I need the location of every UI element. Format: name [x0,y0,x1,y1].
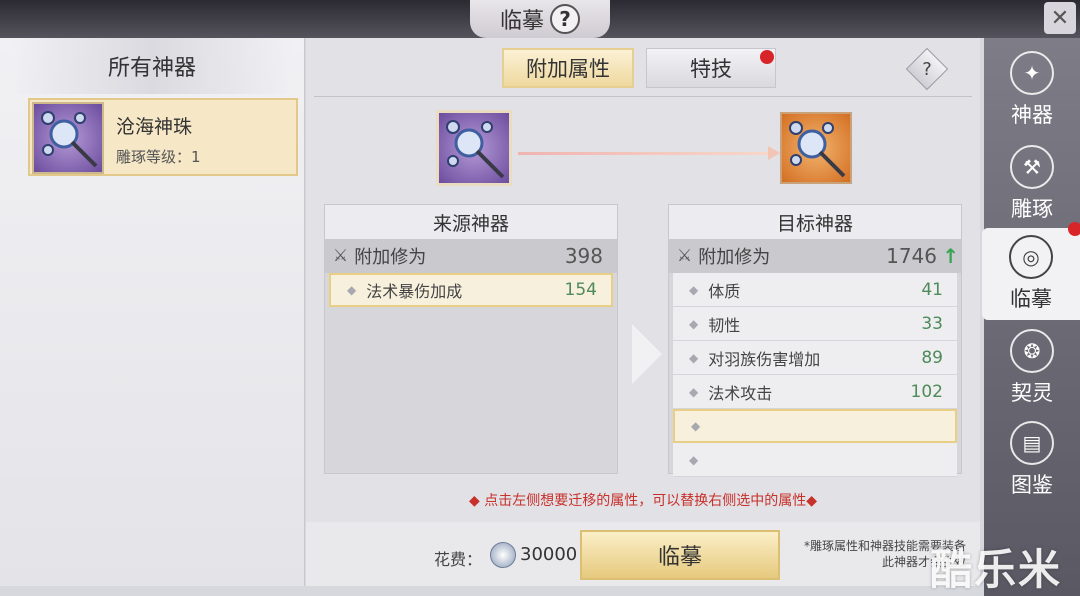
target-attr-label: 体质 [708,281,741,301]
close-icon[interactable]: ✕ [1044,2,1076,34]
carving-tool-icon: ⚒ [1010,145,1054,189]
artifact-list-item[interactable]: 沧海神珠 雕琢等级：1 [28,98,298,176]
help-icon[interactable]: ? [550,4,580,34]
up-arrow-icon: ↑ [942,244,959,268]
target-head-value: 1746 [886,244,937,268]
source-head-row: ⚔ 附加修为 398 [325,239,617,273]
source-attr-value: 154 [564,280,597,300]
target-attr-label: 法术攻击 [708,383,773,403]
target-attr-row[interactable]: ◆ 体质 41 [673,273,957,307]
target-attr-value: 41 [921,279,943,300]
artifact-level: 雕琢等级：1 [116,148,201,166]
crossed-swords-icon: ⚔ [333,246,349,266]
notification-dot [1068,222,1080,236]
diamond-bullet-icon: ◆ [347,283,357,297]
diamond-bullet-icon: ◆ [689,384,699,399]
target-empty-slot[interactable]: ◆ [673,443,957,477]
divider [314,96,972,97]
nav-artifact[interactable]: ✦ 神器 [984,44,1080,136]
bottom-bar: 花费： 30000 临摹 *雕琢属性和神器技能需要装备此神器才会生效 [306,522,980,586]
nav-spirit[interactable]: ❂ 契灵 [984,322,1080,414]
copy-button[interactable]: 临摹 [580,530,780,580]
main-panel: 附加属性 特技 ? 来源神器 ⚔ 附加修为 398 ◆ 法术暴伤加成 154 目… [306,38,980,586]
nav-copy[interactable]: ◎ 临摹 [982,228,1080,320]
target-artifact-icon [780,112,852,184]
target-box-title: 目标神器 [669,205,961,239]
target-head-row: ⚔ 附加修为 1746 ↑ [669,239,961,273]
spirit-flame-icon: ❂ [1010,329,1054,373]
target-attr-value: 102 [910,381,943,402]
source-attr-label: 法术暴伤加成 [366,282,463,301]
artifact-list-panel: 所有神器 沧海神珠 雕琢等级：1 [0,38,305,586]
source-artifact-icon [436,110,512,186]
swirl-icon: ◎ [1009,235,1053,279]
side-nav: ✦ 神器 ⚒ 雕琢 ◎ 临摹 ❂ 契灵 ▤ 图鉴 [982,38,1080,596]
source-stats-box: 来源神器 ⚔ 附加修为 398 ◆ 法术暴伤加成 154 [324,204,618,474]
chevron-right-icon [632,324,662,384]
source-attr-row[interactable]: ◆ 法术暴伤加成 154 [329,273,613,307]
diamond-bullet-icon: ◆ [689,282,699,297]
target-attr-row[interactable]: ◆ 韧性 33 [673,307,957,341]
help-button[interactable]: ? [912,54,942,84]
target-attr-value: 33 [921,313,943,334]
target-head-label: 附加修为 [698,247,771,268]
target-attr-value: 89 [921,347,943,368]
diamond-bullet-icon: ◆ [689,452,699,467]
transfer-arrow-icon [768,146,780,160]
nav-label: 契灵 [1011,381,1053,405]
artifact-list-title: 所有神器 [12,38,292,94]
nav-collection[interactable]: ▤ 图鉴 [984,414,1080,506]
target-attr-row[interactable]: ◆ 对羽族伤害增加 89 [673,341,957,375]
transfer-beam [518,152,772,155]
nav-label: 神器 [1011,103,1053,127]
source-head-label: 附加修为 [354,247,427,268]
artifact-name: 沧海神珠 [116,116,193,138]
nav-carving[interactable]: ⚒ 雕琢 [984,138,1080,230]
target-empty-slot-selected[interactable]: ◆ [673,409,957,443]
source-box-title: 来源神器 [325,205,617,239]
nav-label: 图鉴 [1011,473,1053,497]
tab-additional-attributes[interactable]: 附加属性 [502,48,634,88]
nav-label: 雕琢 [1011,197,1053,221]
diamond-bullet-icon: ◆ [689,316,699,331]
artifact-thumbnail [32,102,104,174]
notification-dot [760,50,774,64]
target-attr-label: 对羽族伤害增加 [708,349,821,369]
target-stats-box: 目标神器 ⚔ 附加修为 1746 ↑ ◆ 体质 41 ◆ 韧性 33 ◆ 对羽族… [668,204,962,477]
diamond-bullet-icon: ◆ [691,419,701,433]
cost-amount: 30000 [520,544,578,565]
artifact-emblem-icon: ✦ [1010,51,1054,95]
hint-text: ◆ 点击左侧想要迁移的属性，可以替换右侧选中的属性◆ [469,493,817,509]
book-icon: ▤ [1010,421,1054,465]
target-attr-row[interactable]: ◆ 法术攻击 102 [673,375,957,409]
crossed-swords-icon: ⚔ [677,246,693,266]
title-plate: 临摹 ? [470,0,610,38]
source-head-value: 398 [564,244,603,268]
watermark: 酷乐米 [930,545,1063,594]
page-title: 临摹 [499,9,544,34]
silver-coin-icon [490,542,516,568]
cost-label: 花费： [434,550,483,569]
diamond-bullet-icon: ◆ [689,350,699,365]
tab-special-skill[interactable]: 特技 [646,48,776,88]
target-attr-label: 韧性 [708,315,741,335]
nav-label: 临摹 [1010,287,1052,311]
